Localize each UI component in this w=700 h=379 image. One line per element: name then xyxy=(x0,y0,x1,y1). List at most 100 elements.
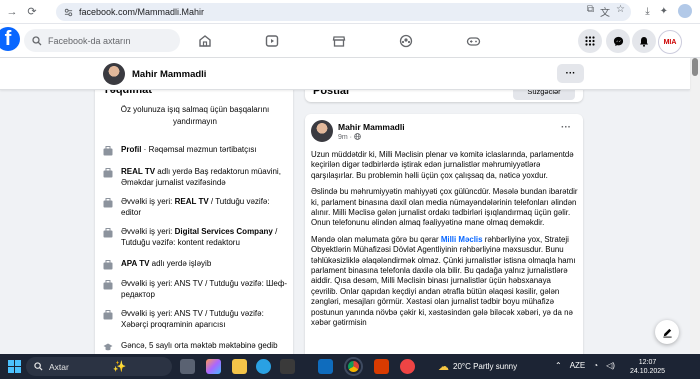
translate-icon[interactable]: 文 xyxy=(600,4,610,19)
intro-item: Profil · Rəqəmsal məzmun tərtibatçısı xyxy=(103,144,288,156)
briefcase-icon xyxy=(103,228,113,238)
nav-gaming-icon[interactable] xyxy=(462,30,484,52)
intro-item-bold[interactable]: APA TV xyxy=(121,259,149,268)
page-profile-avatar[interactable]: MIA xyxy=(658,30,682,54)
search-icon xyxy=(32,35,42,45)
intro-bio: Öz yolunuza işıq salmaq üçün başqalarını… xyxy=(120,105,270,126)
notifications-bell-icon[interactable] xyxy=(632,29,656,53)
post-author[interactable]: Mahir Mammadli xyxy=(338,122,405,132)
intro-item: Əvvəlki iş yeri: ANS TV / Tutduğu vəzifə… xyxy=(103,308,288,330)
profile-sticky-header: Mahir Mammadli ··· xyxy=(0,58,690,90)
url-text[interactable]: facebook.com/Mammadli.Mahir xyxy=(79,7,204,17)
start-menu-icon[interactable] xyxy=(8,360,21,373)
copilot-app-icon[interactable] xyxy=(206,359,221,374)
cast-icon[interactable]: ⧉ xyxy=(587,4,594,19)
graduation-cap-icon xyxy=(103,343,113,351)
intro-item: Gəncə, 5 saylı orta məktəb məktəbinə ged… xyxy=(103,340,288,352)
intro-item-text: Xəbərçi proqraminin aparıcısı xyxy=(121,320,226,329)
avatar[interactable] xyxy=(311,120,333,142)
nav-video-icon[interactable] xyxy=(261,30,283,52)
intro-item-prefix: Əvvəlki iş yeri: xyxy=(121,227,175,236)
avatar[interactable] xyxy=(103,63,125,85)
app-icon[interactable] xyxy=(400,359,415,374)
nav-marketplace-icon[interactable] xyxy=(328,30,350,52)
profile-more-button[interactable]: ··· xyxy=(557,64,584,83)
weather-text: 20°C Partly sunny xyxy=(453,362,518,371)
post-card: Mahir Mammadli 9m · ··· Uzun müddətdir k… xyxy=(305,114,583,364)
show-hidden-icons-icon[interactable]: ⌃ xyxy=(555,361,562,370)
post-paragraph-text: Məndə olan məlumata görə bu qərar xyxy=(311,234,441,244)
intro-item: APA TV adlı yerdə işləyib xyxy=(103,258,288,270)
app-icon[interactable] xyxy=(374,359,389,374)
task-view-icon[interactable] xyxy=(180,359,195,374)
intro-item: Əvvəlki iş yeri: ANS TV / Tutduğu vəzifə… xyxy=(103,278,288,300)
search-icon xyxy=(34,362,43,371)
edge-browser-icon[interactable] xyxy=(256,359,271,374)
file-explorer-icon[interactable] xyxy=(232,359,247,374)
post-more-icon[interactable]: ··· xyxy=(561,122,571,133)
briefcase-icon xyxy=(103,280,113,290)
intro-item: Əvvəlki iş yeri: Digital Services Compan… xyxy=(103,226,288,248)
intro-item-bold[interactable]: REAL TV xyxy=(121,167,155,176)
scrollbar-thumb[interactable] xyxy=(692,58,698,76)
intro-item-bold[interactable]: REAL TV xyxy=(175,197,209,206)
post-time[interactable]: 9m · xyxy=(338,134,352,141)
intro-item-text: adlı yerdə işləyib xyxy=(149,259,212,268)
post-paragraph-text: rəhbərliyinə yox, Strateji Obyektlərin M… xyxy=(311,234,576,328)
extensions-icon[interactable]: ✦ xyxy=(660,6,668,17)
windows-taskbar: Axtar ✨ ☁ 20°C Partly sunny ⌃ AZE ◔ ◁) 1… xyxy=(0,354,700,379)
clock-date: 24.10.2025 xyxy=(630,368,666,375)
bookmark-star-icon[interactable]: ☆ xyxy=(616,4,625,19)
new-message-button[interactable] xyxy=(655,320,679,344)
taskbar-search-label: Axtar xyxy=(49,361,69,372)
facebook-header: f MIA xyxy=(0,24,700,58)
weather-icon: ☁ xyxy=(438,361,449,373)
forward-icon[interactable]: → xyxy=(4,4,20,20)
nav-home-icon[interactable] xyxy=(194,30,216,52)
facebook-logo-icon[interactable]: f xyxy=(0,27,20,51)
store-icon[interactable] xyxy=(280,359,295,374)
system-tray[interactable]: ⌃ AZE ◔ ◁) xyxy=(555,361,615,370)
briefcase-icon xyxy=(103,198,113,208)
reload-icon[interactable]: ⟳ xyxy=(24,4,40,20)
nav-groups-icon[interactable] xyxy=(395,30,417,52)
taskbar-search[interactable]: Axtar ✨ xyxy=(26,357,172,376)
post-paragraph: Əslində bu məhrumiyyətin mahiyyəti çox g… xyxy=(311,187,578,228)
briefcase-icon xyxy=(103,168,113,178)
volume-icon[interactable]: ◁) xyxy=(606,361,615,370)
browser-profile-avatar[interactable] xyxy=(678,4,692,18)
post-body: Uzun müddətdir ki, Milli Məclisin plenar… xyxy=(311,150,579,335)
address-bar[interactable]: facebook.com/Mammadli.Mahir ⧉ 文 ☆ xyxy=(56,3,631,21)
briefcase-icon xyxy=(103,310,113,320)
edit-icon xyxy=(662,328,672,338)
intro-item-prefix: Əvvəlki iş yeri: ANS TV / Tutduğu vəzifə… xyxy=(121,309,264,318)
language-indicator[interactable]: AZE xyxy=(570,361,586,370)
search-input[interactable] xyxy=(48,35,168,46)
post-paragraph: Uzun müddətdir ki, Milli Məclisin plenar… xyxy=(311,150,574,180)
intro-item: REAL TV adlı yerdə Baş redaktorun müavin… xyxy=(103,166,288,188)
copilot-icon[interactable]: ✨ xyxy=(113,360,127,373)
mention-link[interactable]: Milli Məclis xyxy=(441,235,483,244)
profile-name[interactable]: Mahir Mammadli xyxy=(132,69,206,80)
mail-icon[interactable] xyxy=(318,359,333,374)
menu-grid-icon[interactable] xyxy=(578,29,602,53)
chrome-browser-icon[interactable] xyxy=(346,359,361,374)
briefcase-icon xyxy=(103,146,113,156)
intro-item-text: Gəncə, 5 saylı orta məktəb məktəbinə ged… xyxy=(121,341,278,350)
intro-item-bold[interactable]: Digital Services Company xyxy=(175,227,273,236)
download-icon[interactable]: ⤓ xyxy=(645,6,649,17)
browser-toolbar: → ⟳ facebook.com/Mammadli.Mahir ⧉ 文 ☆ ⤓ … xyxy=(0,0,700,24)
intro-item-bold[interactable]: Profil xyxy=(121,145,141,154)
wifi-icon[interactable]: ◔ xyxy=(593,361,598,370)
site-info-icon[interactable] xyxy=(64,8,73,17)
page-scrollbar[interactable] xyxy=(690,58,700,354)
messenger-icon[interactable] xyxy=(606,29,630,53)
taskbar-clock[interactable]: 12:07 24.10.2025 xyxy=(630,358,665,376)
facebook-search[interactable] xyxy=(24,29,180,52)
weather-widget[interactable]: ☁ 20°C Partly sunny xyxy=(438,360,517,373)
post-meta[interactable]: 9m · xyxy=(338,133,361,141)
clock-time: 12:07 xyxy=(638,359,657,366)
intro-item-prefix: Əvvəlki iş yeri: ANS TV / Tutduğu vəzifə… xyxy=(121,279,267,288)
page-badge-text: MIA xyxy=(663,38,677,46)
intro-item-prefix: Əvvəlki iş yeri: xyxy=(121,197,175,206)
